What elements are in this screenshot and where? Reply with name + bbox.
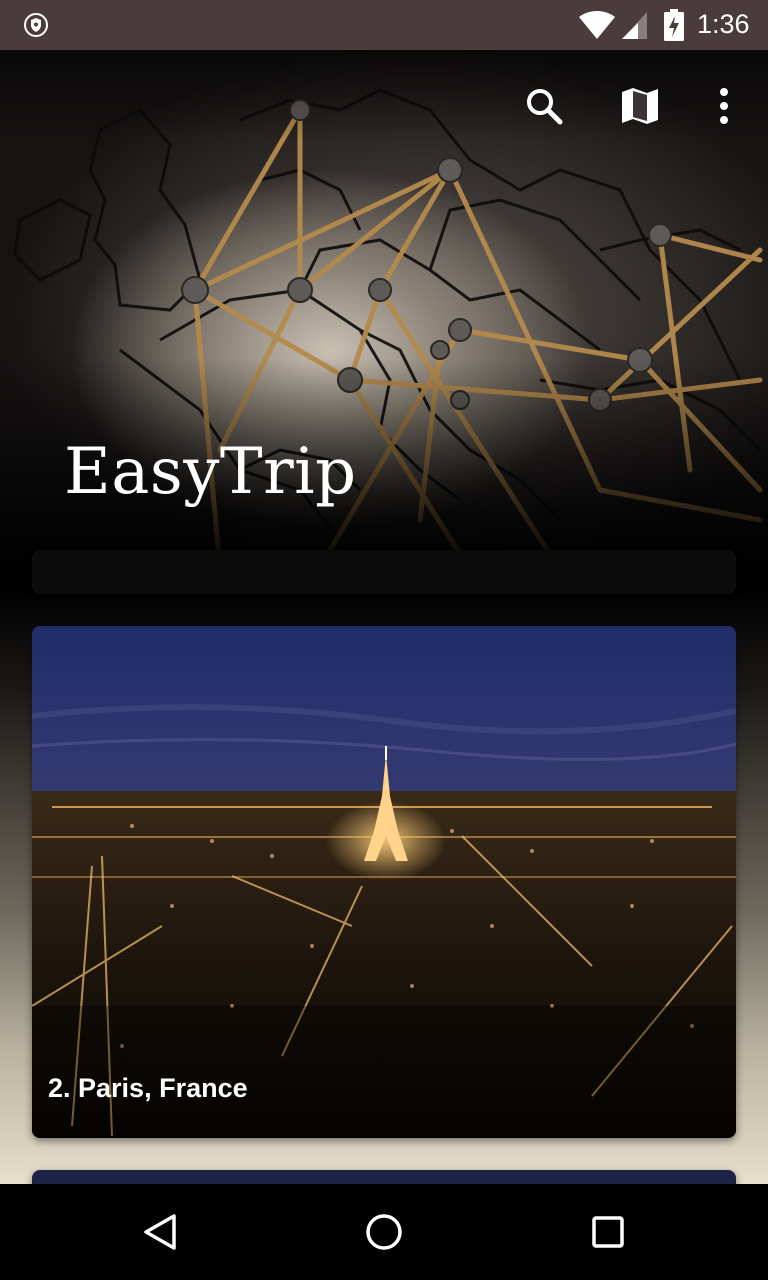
destination-card-previous[interactable] <box>32 550 736 594</box>
battery-charging-icon <box>664 9 684 41</box>
vpn-shield-icon <box>24 13 48 37</box>
app-title: EasyTrip <box>64 435 357 509</box>
destination-card[interactable]: 2. Paris, France <box>32 626 736 1138</box>
map-icon[interactable] <box>620 86 660 126</box>
wifi-icon <box>579 11 615 39</box>
cell-signal-icon <box>622 12 647 39</box>
main-content[interactable]: EasyTrip 2. Paris, France <box>0 50 768 1184</box>
destination-photo <box>32 626 736 1138</box>
recents-icon[interactable] <box>588 1212 628 1252</box>
destination-label: 2. Paris, France <box>48 1073 248 1103</box>
navigation-bar <box>0 1184 768 1280</box>
back-icon[interactable] <box>140 1212 180 1252</box>
status-time: 1:36 <box>697 9 750 39</box>
search-icon[interactable] <box>524 86 564 126</box>
home-icon[interactable] <box>364 1212 404 1252</box>
overflow-menu-icon[interactable] <box>704 86 744 126</box>
header-hero-image: EasyTrip <box>0 50 768 578</box>
status-bar: 1:36 <box>0 0 768 50</box>
destination-card-next[interactable] <box>32 1170 736 1184</box>
